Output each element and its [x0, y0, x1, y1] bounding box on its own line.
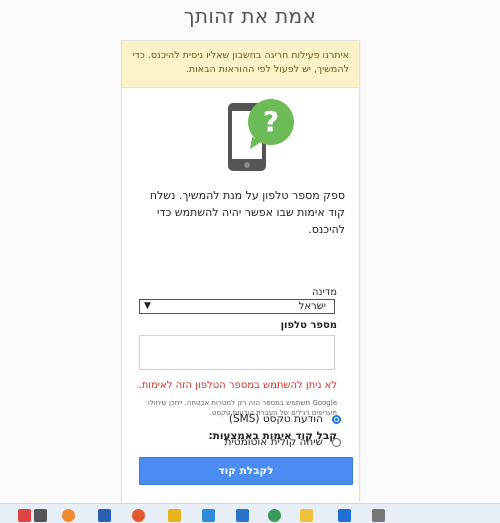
- taskbar-app-icon[interactable]: [268, 509, 281, 522]
- radio-voice-label: שיחה קולית אוטומטית: [224, 436, 323, 448]
- taskbar-app-icon[interactable]: [300, 509, 313, 522]
- svg-text:?: ?: [263, 105, 279, 138]
- warning-text: איתרנו פעילות חריגה בחשבון שאליו ניסית ל…: [132, 50, 350, 75]
- verification-card: איתרנו פעילות חריגה בחשבון שאליו ניסית ל…: [121, 40, 360, 504]
- radio-voice[interactable]: [332, 437, 341, 447]
- taskbar-app-icon[interactable]: [98, 509, 111, 522]
- error-message: לא ניתן להשתמש במספר הטלפון הזה לאימות.: [138, 380, 337, 391]
- taskbar-app-icon[interactable]: [236, 509, 249, 522]
- chevron-down-icon: ▼: [144, 301, 151, 311]
- taskbar-app-icon[interactable]: [132, 509, 145, 522]
- radio-sms[interactable]: [332, 414, 341, 424]
- phone-question-icon: ?: [228, 99, 294, 171]
- phone-input[interactable]: [139, 335, 335, 370]
- page-title: אמת את זהותך: [183, 4, 317, 28]
- taskbar: [0, 503, 500, 523]
- warning-banner: איתרנו פעילות חריגה בחשבון שאליו ניסית ל…: [122, 41, 359, 88]
- radio-option-sms[interactable]: הודעת טקסט (SMS): [229, 413, 341, 425]
- taskbar-app-icon[interactable]: [338, 509, 351, 522]
- get-code-button[interactable]: לקבלת קוד: [139, 457, 353, 485]
- country-label: מדינה: [311, 287, 337, 298]
- taskbar-app-icon[interactable]: [372, 509, 385, 522]
- phone-label: מספר טלפון: [280, 320, 337, 331]
- taskbar-app-icon[interactable]: [202, 509, 215, 522]
- instructions-text: ספק מספר טלפון על מנת להמשיך. נשלח קוד א…: [149, 189, 345, 236]
- taskbar-app-icon[interactable]: [62, 509, 75, 522]
- radio-sms-label: הודעת טקסט (SMS): [228, 413, 323, 425]
- taskbar-app-icon[interactable]: [34, 509, 47, 522]
- country-select-value: ישראל: [298, 301, 326, 312]
- radio-option-voice[interactable]: שיחה קולית אוטומטית: [225, 436, 341, 448]
- taskbar-app-icon[interactable]: [168, 509, 181, 522]
- country-select[interactable]: ישראל ▼: [139, 299, 335, 314]
- taskbar-app-icon[interactable]: [18, 509, 31, 522]
